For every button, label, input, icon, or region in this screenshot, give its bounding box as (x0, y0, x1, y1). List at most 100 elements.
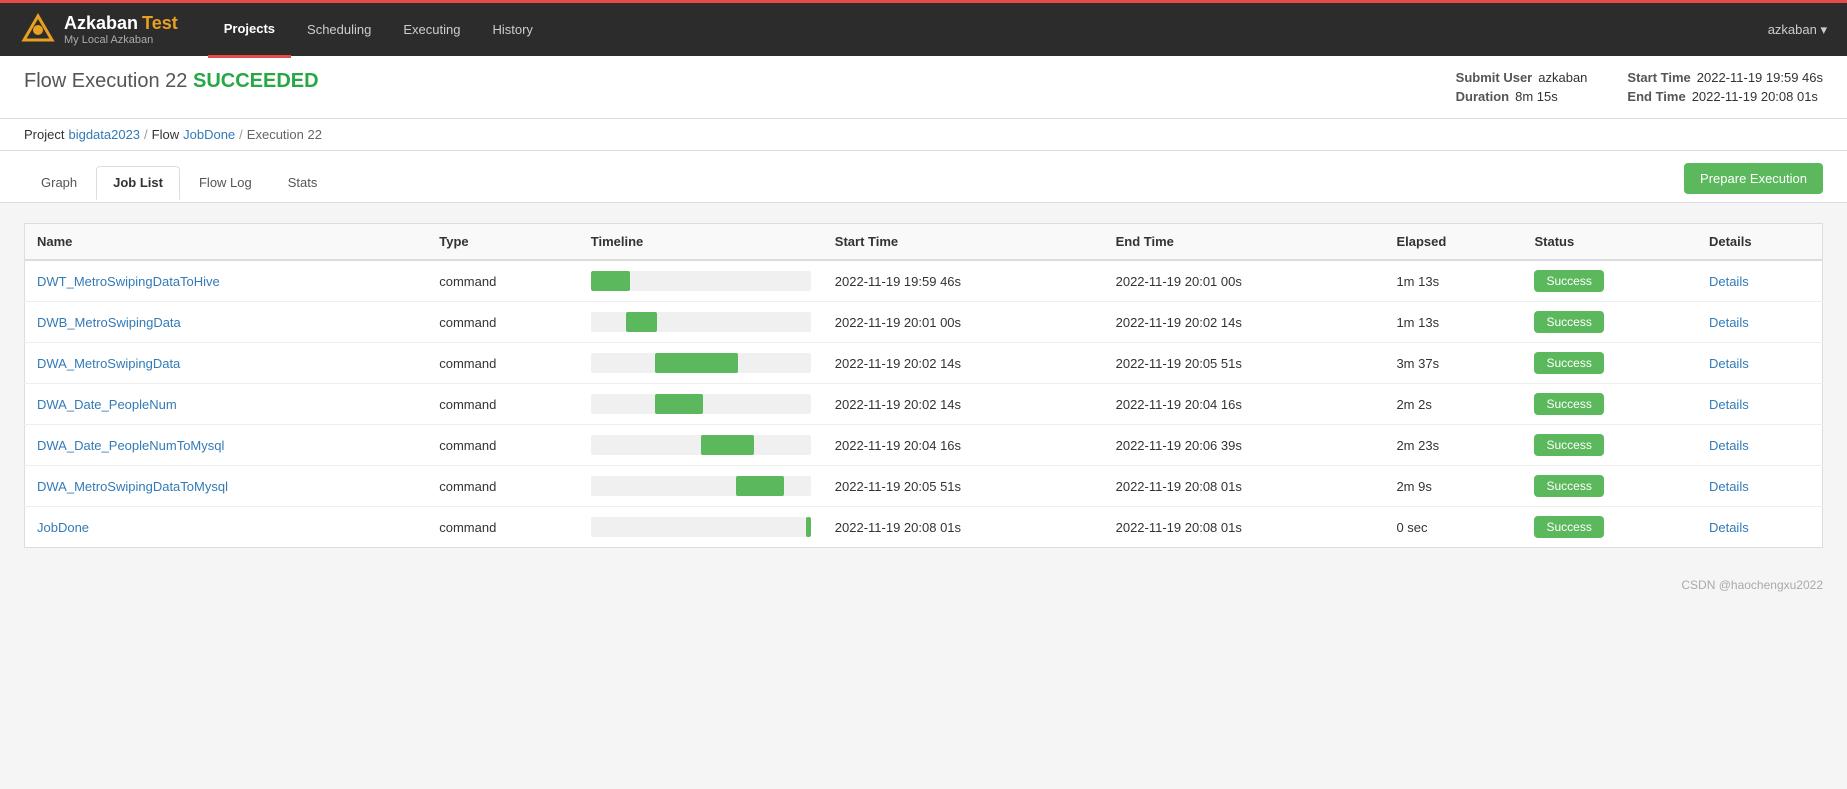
col-elapsed: Elapsed (1384, 224, 1522, 261)
meta-right: Start Time 2022-11-19 19:59 46s End Time… (1627, 70, 1823, 104)
cell-elapsed: 2m 2s (1384, 384, 1522, 425)
cell-end-time: 2022-11-19 20:05 51s (1104, 343, 1385, 384)
cell-start-time: 2022-11-19 20:04 16s (823, 425, 1104, 466)
cell-start-time: 2022-11-19 19:59 46s (823, 260, 1104, 302)
timeline-bar (806, 517, 810, 537)
job-link[interactable]: JobDone (37, 520, 89, 535)
nav-links: Projects Scheduling Executing History (208, 2, 549, 58)
cell-type: command (427, 425, 579, 466)
brand-logo-icon (20, 12, 56, 48)
jobs-table: Name Type Timeline Start Time End Time E… (24, 223, 1823, 548)
navbar: AzkabanTest My Local Azkaban Projects Sc… (0, 0, 1847, 56)
tab-graph[interactable]: Graph (24, 166, 94, 199)
cell-end-time: 2022-11-19 20:06 39s (1104, 425, 1385, 466)
cell-timeline (579, 466, 823, 507)
tab-flow-log[interactable]: Flow Log (182, 166, 269, 199)
cell-start-time: 2022-11-19 20:02 14s (823, 384, 1104, 425)
cell-type: command (427, 302, 579, 343)
timeline-bar (655, 353, 739, 373)
table-body: DWT_MetroSwipingDataToHive command 2022-… (25, 260, 1823, 548)
breadcrumb-flow-link[interactable]: JobDone (183, 127, 235, 142)
table-row: DWA_Date_PeopleNum command 2022-11-19 20… (25, 384, 1823, 425)
table-row: JobDone command 2022-11-19 20:08 01s 202… (25, 507, 1823, 548)
table-row: DWA_MetroSwipingData command 2022-11-19 … (25, 343, 1823, 384)
end-time-row: End Time 2022-11-19 20:08 01s (1627, 89, 1823, 104)
col-type: Type (427, 224, 579, 261)
cell-details: Details (1697, 384, 1823, 425)
timeline-container (591, 271, 811, 291)
col-status: Status (1522, 224, 1696, 261)
job-link[interactable]: DWA_Date_PeopleNum (37, 397, 177, 412)
details-link[interactable]: Details (1709, 315, 1749, 330)
header-meta: Submit User azkaban Duration 8m 15s Star… (1456, 70, 1823, 104)
nav-history[interactable]: History (476, 2, 548, 58)
cell-end-time: 2022-11-19 20:01 00s (1104, 260, 1385, 302)
details-link[interactable]: Details (1709, 356, 1749, 371)
col-timeline: Timeline (579, 224, 823, 261)
cell-timeline (579, 343, 823, 384)
cell-timeline (579, 507, 823, 548)
start-time-row: Start Time 2022-11-19 19:59 46s (1627, 70, 1823, 85)
cell-details: Details (1697, 302, 1823, 343)
page-header: Flow Execution 22 SUCCEEDED Submit User … (0, 56, 1847, 119)
breadcrumb-project-link[interactable]: bigdata2023 (68, 127, 140, 142)
cell-elapsed: 1m 13s (1384, 302, 1522, 343)
cell-end-time: 2022-11-19 20:04 16s (1104, 384, 1385, 425)
nav-projects[interactable]: Projects (208, 2, 291, 58)
details-link[interactable]: Details (1709, 397, 1749, 412)
job-link[interactable]: DWA_MetroSwipingData (37, 356, 180, 371)
details-link[interactable]: Details (1709, 520, 1749, 535)
cell-timeline (579, 260, 823, 302)
col-start-time: Start Time (823, 224, 1104, 261)
timeline-bar (626, 312, 657, 332)
nav-executing[interactable]: Executing (387, 2, 476, 58)
details-link[interactable]: Details (1709, 479, 1749, 494)
breadcrumb-execution: Execution 22 (247, 127, 322, 142)
tab-stats[interactable]: Stats (271, 166, 335, 199)
brand-name: AzkabanTest (64, 13, 178, 33)
cell-start-time: 2022-11-19 20:08 01s (823, 507, 1104, 548)
col-end-time: End Time (1104, 224, 1385, 261)
cell-timeline (579, 384, 823, 425)
tab-job-list[interactable]: Job List (96, 166, 180, 200)
job-link[interactable]: DWT_MetroSwipingDataToHive (37, 274, 220, 289)
timeline-bar (701, 435, 754, 455)
table-row: DWA_Date_PeopleNumToMysql command 2022-1… (25, 425, 1823, 466)
cell-name: JobDone (25, 507, 428, 548)
timeline-bar (655, 394, 703, 414)
job-link[interactable]: DWA_MetroSwipingDataToMysql (37, 479, 228, 494)
cell-elapsed: 2m 9s (1384, 466, 1522, 507)
timeline-container (591, 394, 811, 414)
timeline-bar (591, 271, 631, 291)
table-header: Name Type Timeline Start Time End Time E… (25, 224, 1823, 261)
cell-details: Details (1697, 425, 1823, 466)
meta-left: Submit User azkaban Duration 8m 15s (1456, 70, 1588, 104)
details-link[interactable]: Details (1709, 274, 1749, 289)
details-link[interactable]: Details (1709, 438, 1749, 453)
timeline-container (591, 353, 811, 373)
status-badge: Success (1534, 475, 1603, 497)
cell-status: Success (1522, 507, 1696, 548)
job-link[interactable]: DWA_Date_PeopleNumToMysql (37, 438, 224, 453)
cell-name: DWA_Date_PeopleNum (25, 384, 428, 425)
cell-name: DWA_Date_PeopleNumToMysql (25, 425, 428, 466)
prepare-execution-button[interactable]: Prepare Execution (1684, 163, 1823, 194)
cell-start-time: 2022-11-19 20:02 14s (823, 343, 1104, 384)
cell-timeline (579, 302, 823, 343)
cell-end-time: 2022-11-19 20:02 14s (1104, 302, 1385, 343)
status-badge: Success (1534, 434, 1603, 456)
job-link[interactable]: DWB_MetroSwipingData (37, 315, 181, 330)
cell-start-time: 2022-11-19 20:01 00s (823, 302, 1104, 343)
timeline-container (591, 517, 811, 537)
status-badge: Success (1534, 516, 1603, 538)
status-badge: Success (1534, 270, 1603, 292)
nav-scheduling[interactable]: Scheduling (291, 2, 387, 58)
user-menu[interactable]: azkaban ▾ (1768, 22, 1827, 38)
brand-subtitle: My Local Azkaban (64, 34, 178, 46)
table-row: DWA_MetroSwipingDataToMysql command 2022… (25, 466, 1823, 507)
timeline-bar (736, 476, 784, 496)
cell-type: command (427, 260, 579, 302)
cell-details: Details (1697, 507, 1823, 548)
col-details: Details (1697, 224, 1823, 261)
status-badge: Success (1534, 311, 1603, 333)
